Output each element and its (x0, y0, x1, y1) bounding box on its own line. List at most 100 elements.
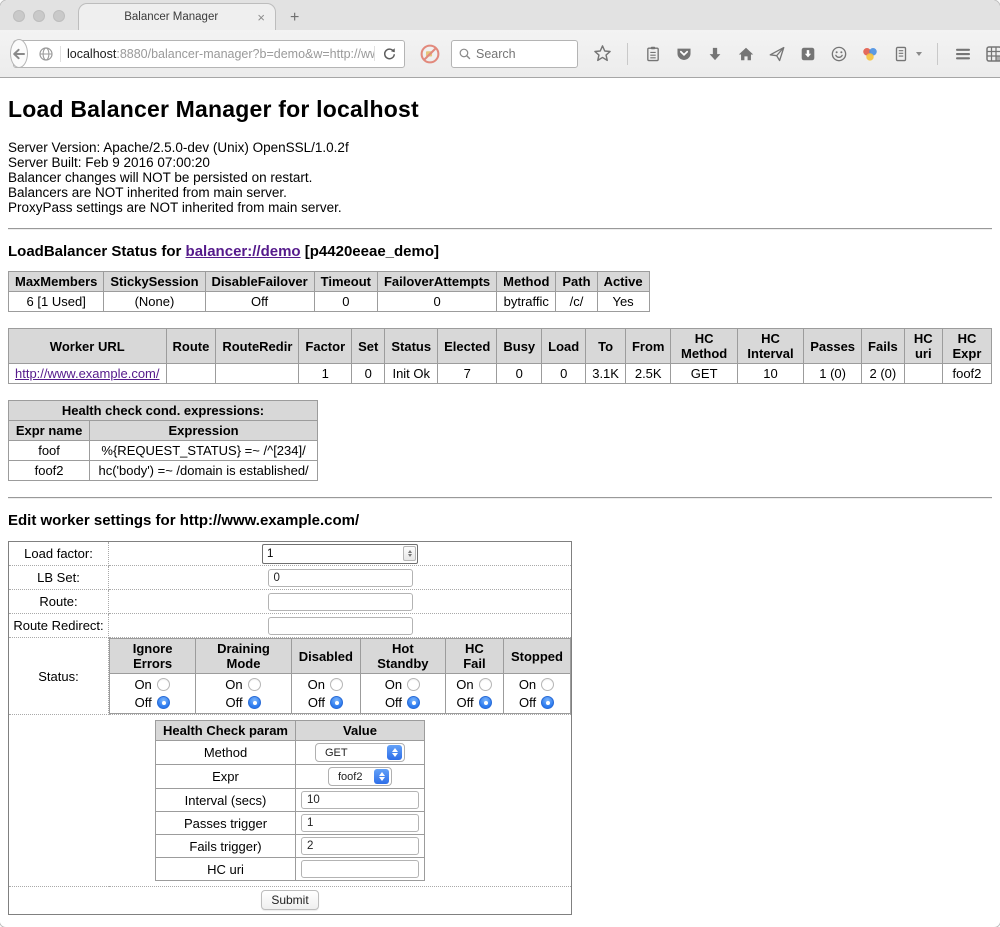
notes-panel-icon (892, 45, 910, 63)
table-cell: GET (671, 364, 737, 384)
passes-input[interactable] (301, 814, 419, 832)
form-row-lb-set: LB Set: (9, 566, 572, 590)
download-panel-button[interactable] (798, 44, 818, 64)
divider (8, 497, 992, 499)
column-header: Expression (90, 421, 318, 441)
expr-name-cell: foof2 (9, 461, 90, 481)
column-header: Route (166, 329, 216, 364)
url-bar[interactable]: localhost:8880/balancer-manager?b=demo&w… (13, 40, 405, 68)
column-header: Method (497, 272, 556, 292)
disabled-off-radio[interactable] (330, 696, 343, 709)
home-button[interactable] (736, 44, 756, 64)
table-cell: /c/ (556, 292, 597, 312)
column-header: DisableFailover (205, 272, 314, 292)
route-redirect-input[interactable] (268, 617, 413, 635)
hc-fail-on-radio[interactable] (479, 678, 492, 691)
reading-list-button[interactable] (643, 44, 663, 64)
window-controls[interactable] (13, 10, 65, 22)
fails-input[interactable] (301, 837, 419, 855)
on-label: On (225, 677, 242, 692)
minimize-window-button[interactable] (33, 10, 45, 22)
pocket-button[interactable] (674, 44, 694, 64)
share-button[interactable] (767, 44, 787, 64)
column-header: HC Method (671, 329, 737, 364)
balancer-demo-link[interactable]: balancer://demo (186, 243, 301, 260)
column-header: HC uri (904, 329, 942, 364)
stopped-on-radio[interactable] (541, 678, 554, 691)
stopped-off-radio[interactable] (541, 696, 554, 709)
column-header: Draining Mode (196, 639, 291, 674)
table-row: 6 [1 Used](None)Off00bytraffic/c/Yes (9, 292, 650, 312)
expr-name-cell: foof (9, 441, 90, 461)
back-button[interactable] (10, 39, 28, 68)
hc-row-passes: Passes trigger (156, 812, 425, 835)
expr-select[interactable]: foof2 (328, 767, 392, 786)
tab-title: Balancer Manager (87, 11, 255, 23)
menu-button[interactable] (953, 44, 973, 64)
column-header: Value (296, 721, 425, 741)
tiles-extension-button[interactable] (984, 44, 1000, 64)
server-version-line: Server Version: Apache/2.5.0-dev (Unix) … (8, 140, 992, 155)
search-bar[interactable] (451, 40, 578, 68)
chevron-down-icon[interactable] (916, 52, 922, 56)
off-label: Off (134, 695, 151, 710)
ignore-errors-off-radio[interactable] (157, 696, 170, 709)
disabled-on-radio[interactable] (330, 678, 343, 691)
table-cell: 2.5K (625, 364, 671, 384)
emoji-button[interactable] (829, 44, 849, 64)
column-header: Fails (862, 329, 905, 364)
close-window-button[interactable] (13, 10, 25, 22)
ignore-errors-on-radio[interactable] (157, 678, 170, 691)
colors-extension-button[interactable] (860, 44, 880, 64)
on-label: On (456, 677, 473, 692)
load-factor-label: Load factor: (9, 542, 109, 566)
tab-close-icon[interactable]: × (255, 11, 267, 24)
table-cell: 7 (438, 364, 497, 384)
column-header: Worker URL (9, 329, 167, 364)
column-header: Disabled (291, 639, 360, 674)
health-check-param-table: Health Check param Value Method GET (155, 720, 425, 881)
zoom-window-button[interactable] (53, 10, 65, 22)
worker-url-link[interactable]: http://www.example.com/ (15, 366, 160, 381)
reload-button[interactable] (374, 46, 404, 61)
notice-line: Balancers are NOT inherited from main se… (8, 185, 992, 200)
on-label: On (308, 677, 325, 692)
load-factor-input[interactable] (263, 546, 403, 562)
hc-fail-off-radio[interactable] (479, 696, 492, 709)
form-row-load-factor: Load factor: (9, 542, 572, 566)
submit-button[interactable]: Submit (261, 890, 318, 910)
hc-uri-input[interactable] (301, 860, 419, 878)
tab-balancer-manager[interactable]: Balancer Manager × (78, 3, 276, 30)
number-stepper-icon[interactable] (403, 546, 416, 561)
site-identity-button[interactable] (32, 46, 61, 62)
download-arrow-icon (706, 45, 724, 63)
hot-standby-on-radio[interactable] (407, 678, 420, 691)
column-header: To (586, 329, 626, 364)
draining-mode-off-radio[interactable] (248, 696, 261, 709)
column-header: HC Interval (737, 329, 803, 364)
route-input[interactable] (268, 593, 413, 611)
downloads-button[interactable] (705, 44, 725, 64)
table-cell: bytraffic (497, 292, 556, 312)
extension-blocked-button[interactable] (419, 43, 441, 65)
bookmark-button[interactable] (592, 44, 612, 64)
search-input[interactable] (476, 47, 571, 61)
download-box-icon (799, 45, 817, 63)
load-factor-field[interactable] (262, 544, 418, 564)
method-select[interactable]: GET (315, 743, 405, 762)
table-cell: 0 (497, 364, 542, 384)
fails-label: Fails trigger) (156, 835, 296, 858)
url-text[interactable]: localhost:8880/balancer-manager?b=demo&w… (61, 47, 374, 61)
edit-worker-form: Load factor: LB Set: Route: Route Redire… (8, 541, 572, 915)
header-row: Ignore Errors Draining Mode Disabled Hot… (110, 639, 571, 674)
draining-mode-on-radio[interactable] (248, 678, 261, 691)
lb-set-input[interactable] (268, 569, 413, 587)
hc-row-fails: Fails trigger) (156, 835, 425, 858)
search-icon[interactable] (458, 47, 472, 61)
interval-input[interactable] (301, 791, 419, 809)
sidebar-button[interactable] (891, 44, 911, 64)
hot-standby-off-radio[interactable] (407, 696, 420, 709)
colored-dots-icon (861, 45, 879, 63)
column-header: MaxMembers (9, 272, 104, 292)
new-tab-button[interactable]: + (290, 10, 299, 26)
